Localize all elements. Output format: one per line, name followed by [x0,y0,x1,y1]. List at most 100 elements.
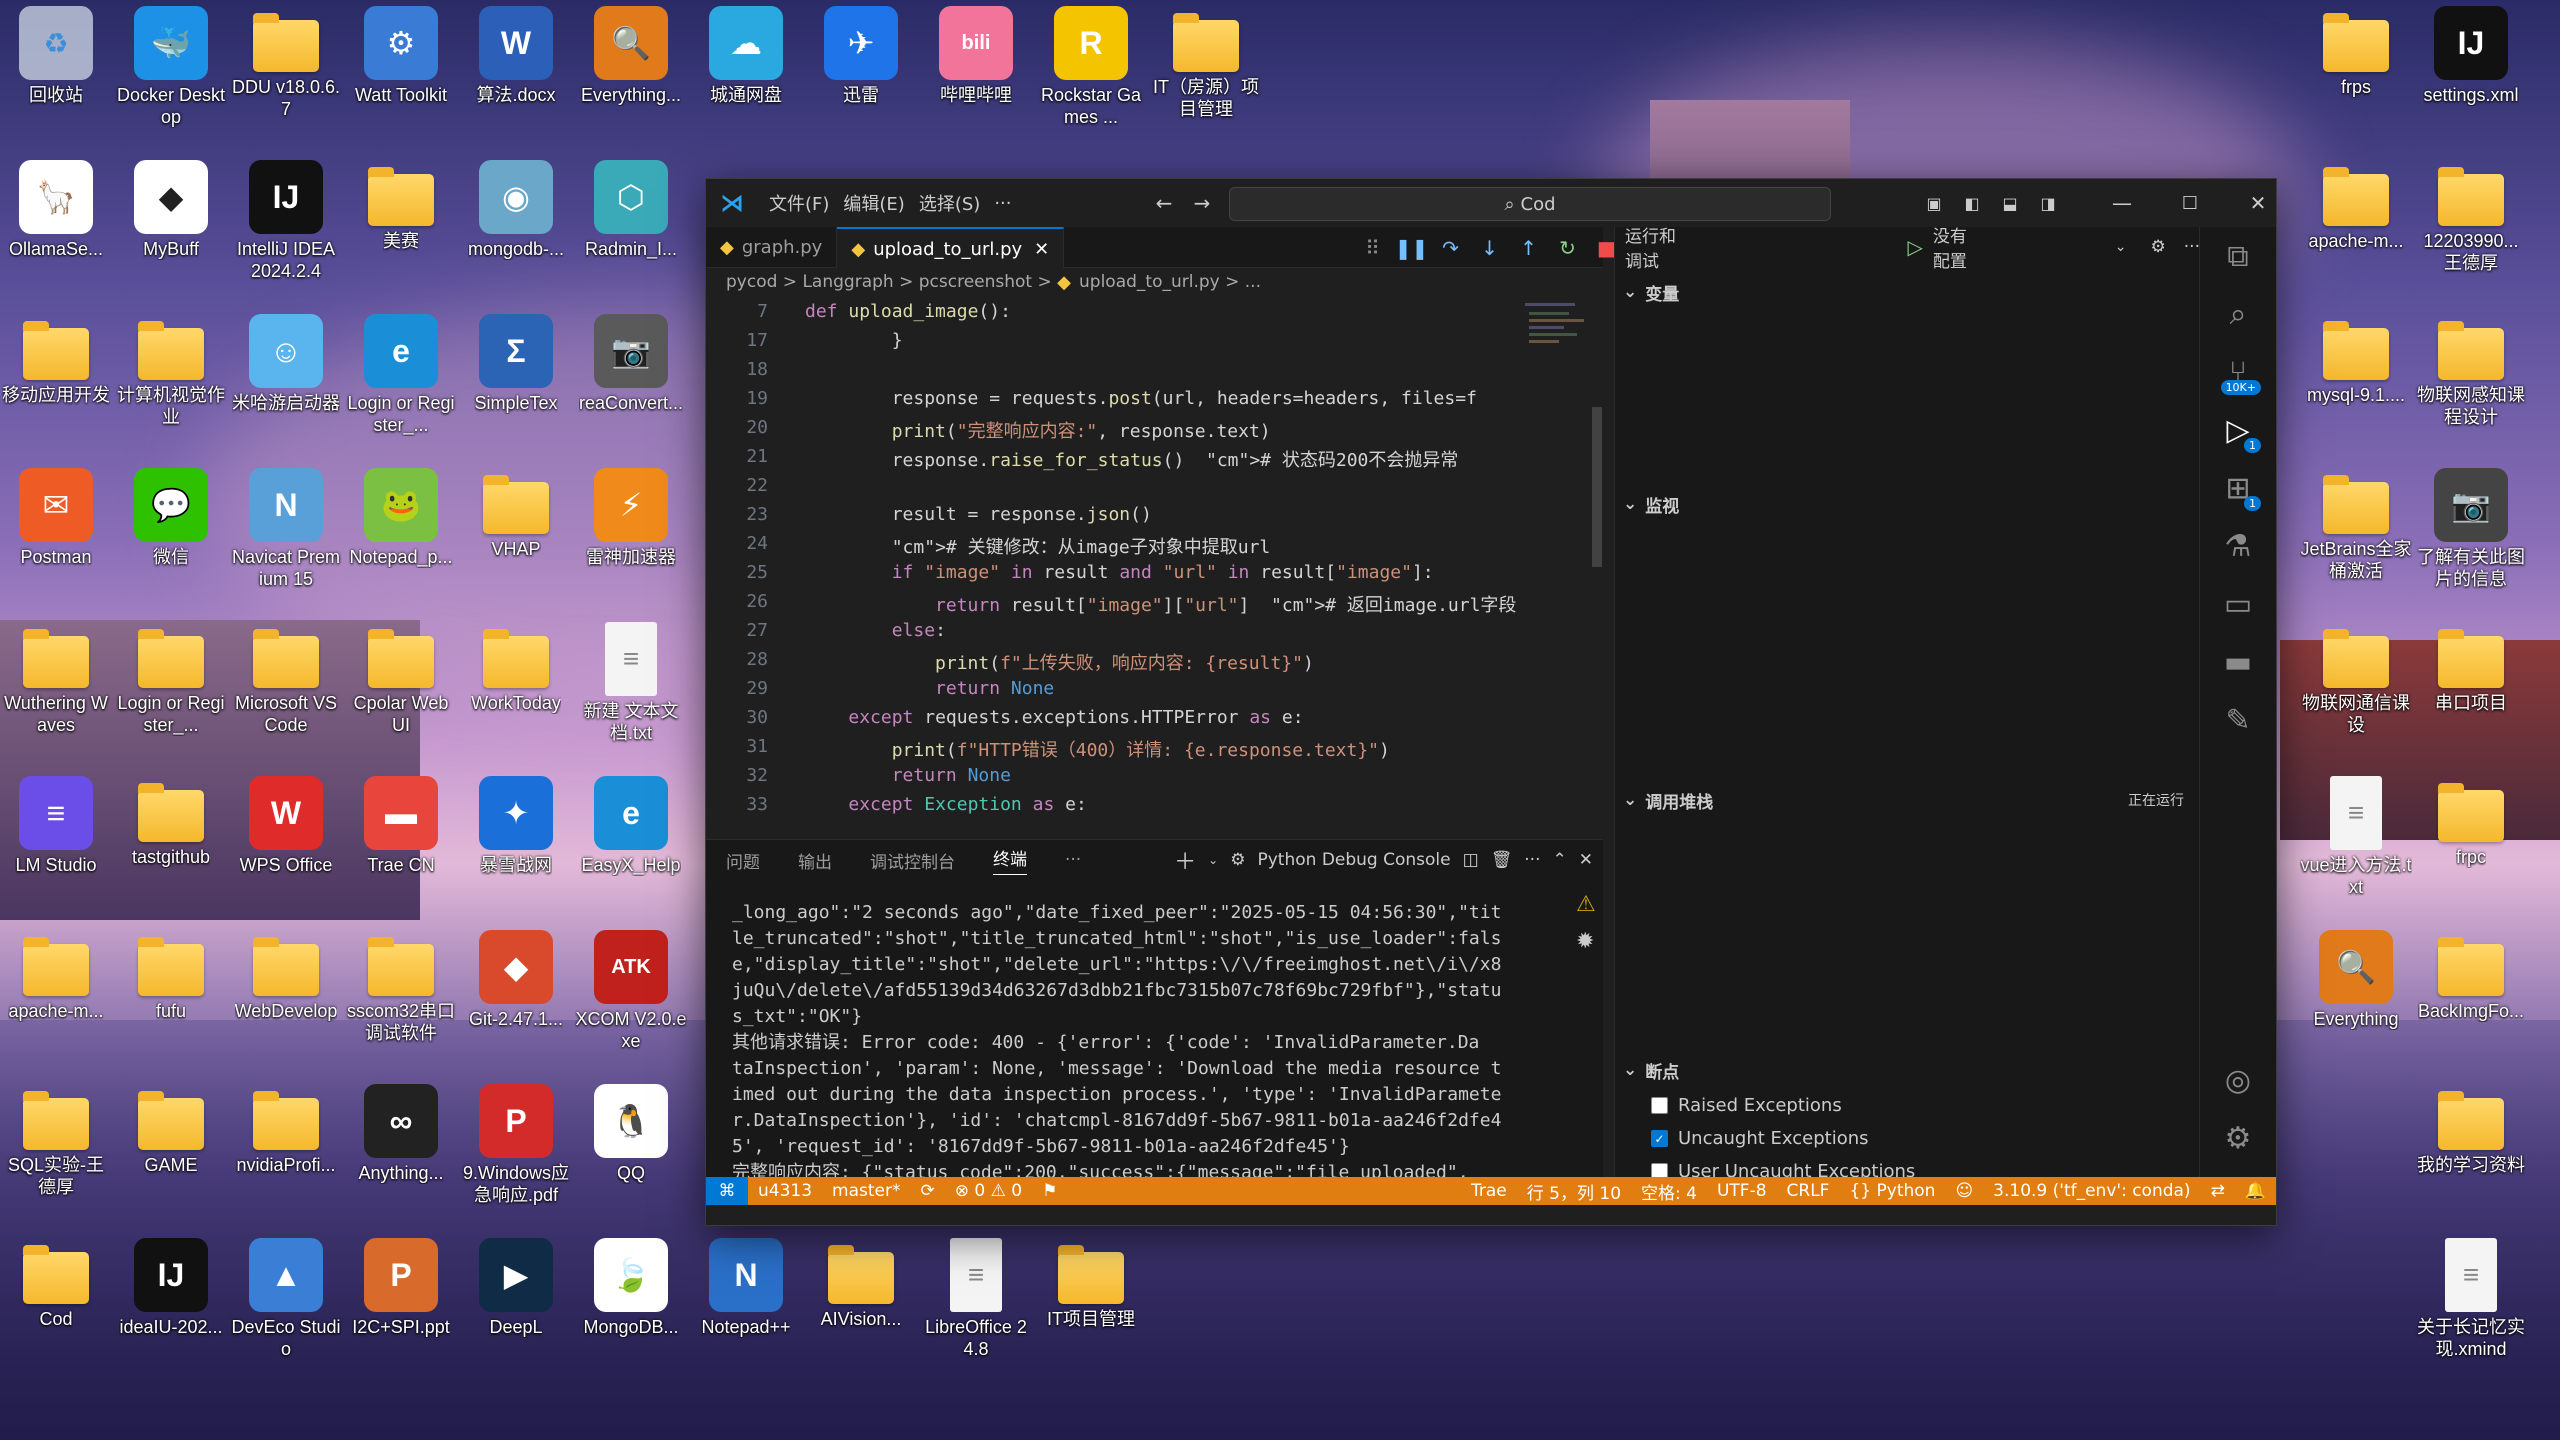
code-line[interactable]: print(f"上传失败，响应内容: {result}") [805,649,1314,675]
maximize-button[interactable]: ☐ [2172,187,2208,219]
desktop-icon[interactable]: SQL实验-王德厚 [0,1084,112,1198]
desktop-icon[interactable]: WebDevelop [230,930,342,1022]
desktop-icon[interactable]: 我的学习资料 [2415,1084,2527,1176]
desktop-icon[interactable]: VHAP [460,468,572,560]
menu-selection[interactable]: 选择(S) [912,190,987,216]
status-user[interactable]: u4313 [748,1181,822,1201]
breadcrumb-item[interactable]: upload_to_url.py [1079,272,1220,292]
chevron-down-icon[interactable]: ⌄ [1208,853,1218,867]
panel-icon[interactable]: ▬ [2213,633,2263,691]
desktop-icon[interactable]: ≡ 关于长记忆实现.xmind [2415,1238,2527,1360]
desktop-icon[interactable]: ◆ Git-2.47.1... [460,930,572,1030]
desktop-icon[interactable]: IJ ideaIU-202... [115,1238,227,1338]
desktop-icon[interactable]: bili 哔哩哔哩 [920,6,1032,106]
desktop-icon[interactable]: 串口项目 [2415,622,2527,714]
remote-icon[interactable]: ⌘ [706,1177,748,1205]
desktop-icon[interactable]: nvidiaProfi... [230,1084,342,1176]
desktop-icon[interactable]: frps [2300,6,2412,98]
minimap[interactable] [1521,297,1591,397]
desktop-icon[interactable]: IJ IntelliJ IDEA 2024.2.4 [230,160,342,282]
trash-icon[interactable]: 🗑 [1491,850,1513,870]
bell-icon[interactable]: 🔔 [2235,1181,2276,1201]
status-encoding[interactable]: UTF-8 [1707,1181,1777,1201]
status-interpreter[interactable]: 3.10.9 ('tf_env': conda) [1983,1181,2200,1201]
desktop-icon[interactable]: DDU v18.0.6.7 [230,6,342,120]
desktop-icon[interactable]: mysql-9.1.... [2300,314,2412,406]
breadcrumb-item[interactable]: pcscreenshot [919,272,1032,292]
checkbox-checked[interactable]: ✓ [1651,1130,1668,1147]
restart-icon[interactable]: ↻ [1551,232,1584,264]
code-line[interactable]: def upload_image(): [805,301,1011,322]
code-line[interactable]: print(f"HTTP错误（400）详情: {e.response.text}… [805,736,1390,762]
desktop-icon[interactable]: WorkToday [460,622,572,714]
broadcast-icon[interactable]: ⇄ [2201,1181,2235,1201]
desktop-icon[interactable]: Login or Register_... [115,622,227,736]
tab-upload-to-url-py[interactable]: ◆ upload_to_url.py ✕ [837,227,1065,269]
bug-icon[interactable]: ✹ [1576,929,1596,954]
toggle-sidebar-icon[interactable]: ◧ [1954,187,1990,219]
code-line[interactable]: response.raise_for_status() "cm"># 状态码20… [805,446,1459,472]
code-line[interactable]: } [805,330,903,351]
code-line[interactable]: print("完整响应内容:", response.text) [805,417,1271,443]
pause-icon[interactable]: ❚❚ [1395,232,1429,264]
gear-icon[interactable]: ⚙ [2151,237,2166,257]
toggle-panel-icon[interactable]: ⬓ [1992,187,2028,219]
source-control-icon[interactable]: ⑂ 10K+ [2213,343,2263,401]
desktop-icon[interactable]: apache-m... [0,930,112,1022]
code-line[interactable]: except Exception as e: [805,794,1086,815]
desktop-icon[interactable]: ☁ 城通网盘 [690,6,802,106]
desktop-icon[interactable]: ◆ MyBuff [115,160,227,260]
code-line[interactable]: except requests.exceptions.HTTPError as … [805,707,1303,728]
more-icon[interactable]: ··· [2184,237,2200,257]
desktop-icon[interactable]: ∞ Anything... [345,1084,457,1184]
breakpoint-raised[interactable]: Raised Exceptions [1651,1095,1842,1116]
desktop-icon[interactable]: ✉ Postman [0,468,112,568]
desktop-icon[interactable]: 💬 微信 [115,468,227,568]
desktop-icon[interactable]: 🔍 Everything... [575,6,687,106]
explorer-icon[interactable]: ⧉ [2213,227,2263,285]
desktop-icon[interactable]: ◉ mongodb-... [460,160,572,260]
new-terminal-icon[interactable]: ＋ [1174,844,1196,876]
desktop-icon[interactable]: W 算法.docx [460,6,572,106]
tab-output[interactable]: 输出 [798,848,832,873]
step-into-icon[interactable]: ↓ [1473,232,1506,264]
section-watch[interactable]: ⌄ 监视 [1615,489,2200,519]
desktop-icon[interactable]: IT（房源）项目管理 [1150,6,1262,120]
desktop-icon[interactable]: ▶ DeepL [460,1238,572,1338]
desktop-icon[interactable]: IJ settings.xml [2415,6,2527,106]
desktop-icon[interactable]: ⚡ 雷神加速器 [575,468,687,568]
desktop-icon[interactable]: 物联网通信课设 [2300,622,2412,736]
desktop-icon[interactable]: ≡ 新建 文本文档.txt [575,622,687,744]
code-line[interactable]: "cm"># 关键修改：从image子对象中提取url [805,533,1271,559]
desktop-icon[interactable]: sscom32串口调试软件 [345,930,457,1044]
desktop-icon[interactable]: 计算机视觉作业 [115,314,227,428]
code-line[interactable]: else: [805,620,946,641]
warning-icon[interactable]: ⚠ [1576,892,1596,917]
close-panel-icon[interactable]: ✕ [1579,850,1593,870]
copilot-icon[interactable]: ☺ [1945,1181,1983,1201]
desktop-icon[interactable]: ⬡ Radmin_I... [575,160,687,260]
status-spaces[interactable]: 空格: 4 [1631,1179,1707,1204]
status-language[interactable]: {} Python [1839,1181,1945,1201]
command-center-search[interactable]: ⌕ Cod [1229,187,1831,221]
desktop-icon[interactable]: 🐸 Notepad_p... [345,468,457,568]
desktop-icon[interactable]: ✈ 迅雷 [805,6,917,106]
step-out-icon[interactable]: ↑ [1512,232,1545,264]
desktop-icon[interactable]: 🍃 MongoDB... [575,1238,687,1338]
status-sync-icon[interactable]: ⟳ [911,1181,945,1201]
close-window-button[interactable]: ✕ [2240,187,2276,219]
play-icon[interactable]: ▷ [1907,235,1922,259]
desktop-icon[interactable]: 移动应用开发 [0,314,112,406]
account-icon[interactable]: ◎ [2213,1051,2263,1109]
code-line[interactable]: return None [805,678,1054,699]
editor-scrollbar[interactable] [1592,407,1602,567]
breadcrumb-item[interactable]: Langgraph [802,272,893,292]
tab-debug-console[interactable]: 调试控制台 [870,848,955,873]
desktop-icon[interactable]: AIVision... [805,1238,917,1330]
forward-arrow-icon[interactable]: → [1184,187,1220,219]
tab-problems[interactable]: 问题 [726,848,760,873]
code-line[interactable]: return None [805,765,1011,786]
desktop-icon[interactable]: 📷 了解有关此图片的信息 [2415,468,2527,590]
desktop-icon[interactable]: N Notepad++ [690,1238,802,1338]
desktop-icon[interactable]: 🐳 Docker Desktop [115,6,227,128]
